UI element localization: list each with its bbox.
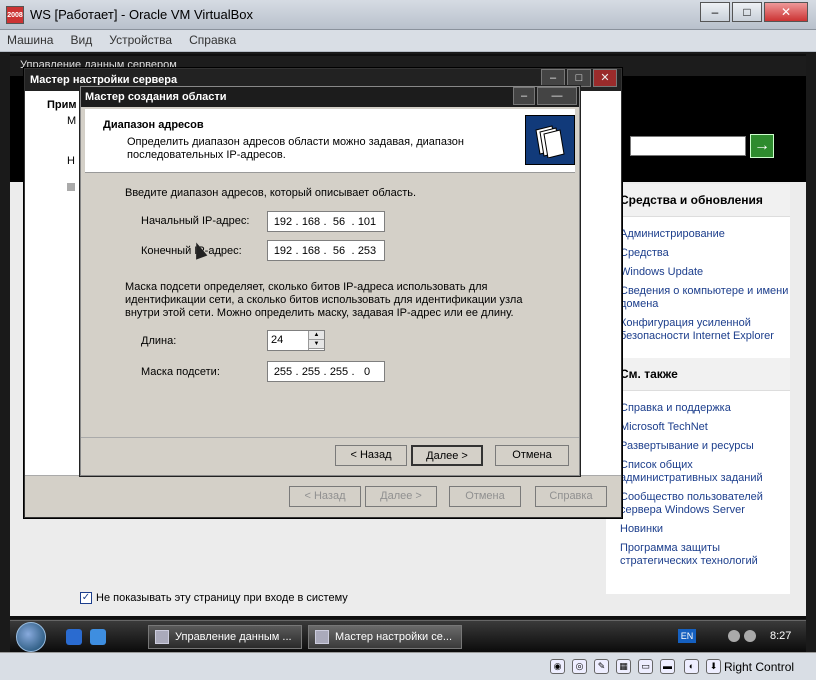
dont-show-checkbox[interactable]: ✓ <box>80 592 92 604</box>
configure-back-button[interactable]: < Назад <box>289 486 361 507</box>
help-search-input[interactable] <box>630 136 746 156</box>
dont-show-label: Не показывать эту страницу при входе в с… <box>96 592 348 604</box>
close-button[interactable]: ✕ <box>764 2 808 22</box>
network-tray-icon[interactable] <box>728 630 740 642</box>
host-menu-bar: Машина Вид Устройства Справка <box>0 30 816 52</box>
host-window-title: WS [Работает] - Oracle VM VirtualBox <box>30 7 254 22</box>
server-manager-icon <box>155 630 169 644</box>
menu-help[interactable]: Справка <box>182 30 243 50</box>
length-spinner[interactable]: 24 ▲ ▼ <box>267 330 325 351</box>
minimize-button[interactable]: – <box>700 2 730 22</box>
menu-machine[interactable]: Машина <box>0 30 60 50</box>
see-also-heading: См. также <box>606 358 790 391</box>
new-scope-wizard: Мастер создания области – — Диапазон адр… <box>80 86 580 476</box>
network-icon[interactable]: ▦ <box>616 659 631 674</box>
scope-wizard-buttons: < Назад Далее > Отмена <box>81 437 579 475</box>
virtualbox-app-icon: 2008 <box>6 6 24 24</box>
keyboard-capture-icon[interactable]: ⬇ <box>706 659 721 674</box>
spin-up-icon[interactable]: ▲ <box>309 331 324 340</box>
search-go-button[interactable]: → <box>750 134 774 158</box>
clock[interactable]: 8:27 <box>770 630 791 642</box>
host-key-label: Right Control <box>724 660 795 674</box>
address-range-subtitle: Определить диапазон адресов области можн… <box>127 136 464 161</box>
start-ip-input[interactable]: 192. 168. 56. 101 <box>267 211 385 232</box>
start-button[interactable] <box>16 622 46 652</box>
guest-screen: Управление данным сервером ии → Средства… <box>10 54 806 619</box>
length-label: Длина: <box>141 335 177 347</box>
ie-quick-launch-icon[interactable] <box>66 629 82 645</box>
link-administration[interactable]: Администрирование <box>606 227 790 246</box>
tools-updates-heading: Средства и обновления <box>606 184 790 217</box>
server-manager-quick-launch-icon[interactable] <box>90 629 106 645</box>
left-fragment-title: Прим <box>47 99 77 111</box>
volume-tray-icon[interactable] <box>744 630 756 642</box>
link-help-support[interactable]: Справка и поддержка <box>606 401 790 420</box>
menu-devices[interactable]: Устройства <box>102 30 179 50</box>
link-strategic-tech[interactable]: Программа защиты стратегических технолог… <box>606 541 790 573</box>
subnet-mask-input[interactable]: 255. 255. 255. 0 <box>267 361 385 382</box>
scope-minimize-button[interactable]: – <box>513 87 535 105</box>
configure-help-button[interactable]: Справка <box>535 486 607 507</box>
scope-wizard-header: Диапазон адресов Определить диапазон адр… <box>85 109 575 173</box>
spin-down-icon[interactable]: ▼ <box>309 340 324 349</box>
link-community[interactable]: Сообщество пользователей сервера Windows… <box>606 490 790 522</box>
optical-drive-icon[interactable]: ◎ <box>572 659 587 674</box>
folders-icon <box>525 115 575 165</box>
dont-show-option[interactable]: ✓ Не показывать эту страницу при входе в… <box>80 592 348 604</box>
link-admin-tasks[interactable]: Список общих административных заданий <box>606 458 790 490</box>
right-panel: Средства и обновления Администрирование … <box>606 184 790 594</box>
configure-cancel-button[interactable]: Отмена <box>449 486 521 507</box>
end-ip-input[interactable]: 192. 168. 56. 253 <box>267 240 385 261</box>
scope-wizard-body: Введите диапазон адресов, который описыв… <box>85 173 575 433</box>
wizard-minimize-button[interactable]: – <box>541 69 565 87</box>
link-deployment[interactable]: Развертывание и ресурсы <box>606 439 790 458</box>
link-whats-new[interactable]: Новинки <box>606 522 790 541</box>
maximize-button[interactable]: □ <box>732 2 762 22</box>
start-ip-label: Начальный IP-адрес: <box>141 215 250 227</box>
taskbar-server-manager[interactable]: Управление данным ... <box>148 625 302 649</box>
subnet-mask-label: Маска подсети: <box>141 366 220 378</box>
host-title-bar: 2008 WS [Работает] - Oracle VM VirtualBo… <box>0 0 816 30</box>
left-fragment-square <box>67 183 75 191</box>
mask-description: Маска подсети определяет, сколько битов … <box>125 281 523 319</box>
left-fragment-n: Н <box>67 155 75 167</box>
scope-back-button[interactable]: < Назад <box>335 445 407 466</box>
wizard-icon <box>315 630 329 644</box>
link-tools[interactable]: Средства <box>606 246 790 265</box>
language-indicator[interactable]: EN <box>678 629 696 643</box>
shared-folders-icon[interactable]: ▭ <box>638 659 653 674</box>
configure-next-button[interactable]: Далее > <box>365 486 437 507</box>
link-computer-domain-info[interactable]: Сведения о компьютере и имени домена <box>606 284 790 316</box>
mouse-integration-icon[interactable]: ◐ <box>684 659 699 674</box>
left-fragment-sub: М <box>67 115 77 127</box>
link-technet[interactable]: Microsoft TechNet <box>606 420 790 439</box>
virtualbox-status-bar: ◉ ◎ ✎ ▦ ▭ ▬ ◐ ⬇ Right Control <box>0 652 816 680</box>
range-intro: Введите диапазон адресов, который описыв… <box>125 187 417 199</box>
hard-disk-icon[interactable]: ◉ <box>550 659 565 674</box>
display-icon[interactable]: ▬ <box>660 659 675 674</box>
usb-icon[interactable]: ✎ <box>594 659 609 674</box>
wizard-close-button[interactable]: ✕ <box>593 69 617 87</box>
configure-wizard-buttons: < Назад Далее > Отмена Справка <box>25 475 621 517</box>
scope-next-button[interactable]: Далее > <box>411 445 483 466</box>
link-windows-update[interactable]: Windows Update <box>606 265 790 284</box>
scope-wizard-title: Мастер создания области <box>81 87 579 107</box>
menu-view[interactable]: Вид <box>64 30 100 50</box>
scope-maximize-button[interactable]: — <box>537 87 577 105</box>
scope-cancel-button[interactable]: Отмена <box>495 445 569 466</box>
guest-taskbar: Управление данным ... Мастер настройки с… <box>10 620 806 652</box>
wizard-maximize-button[interactable]: □ <box>567 69 591 87</box>
taskbar-configure-wizard[interactable]: Мастер настройки се... <box>308 625 462 649</box>
link-ie-esc[interactable]: Конфигурация усиленной безопасности Inte… <box>606 316 790 348</box>
address-range-title: Диапазон адресов <box>103 119 204 131</box>
